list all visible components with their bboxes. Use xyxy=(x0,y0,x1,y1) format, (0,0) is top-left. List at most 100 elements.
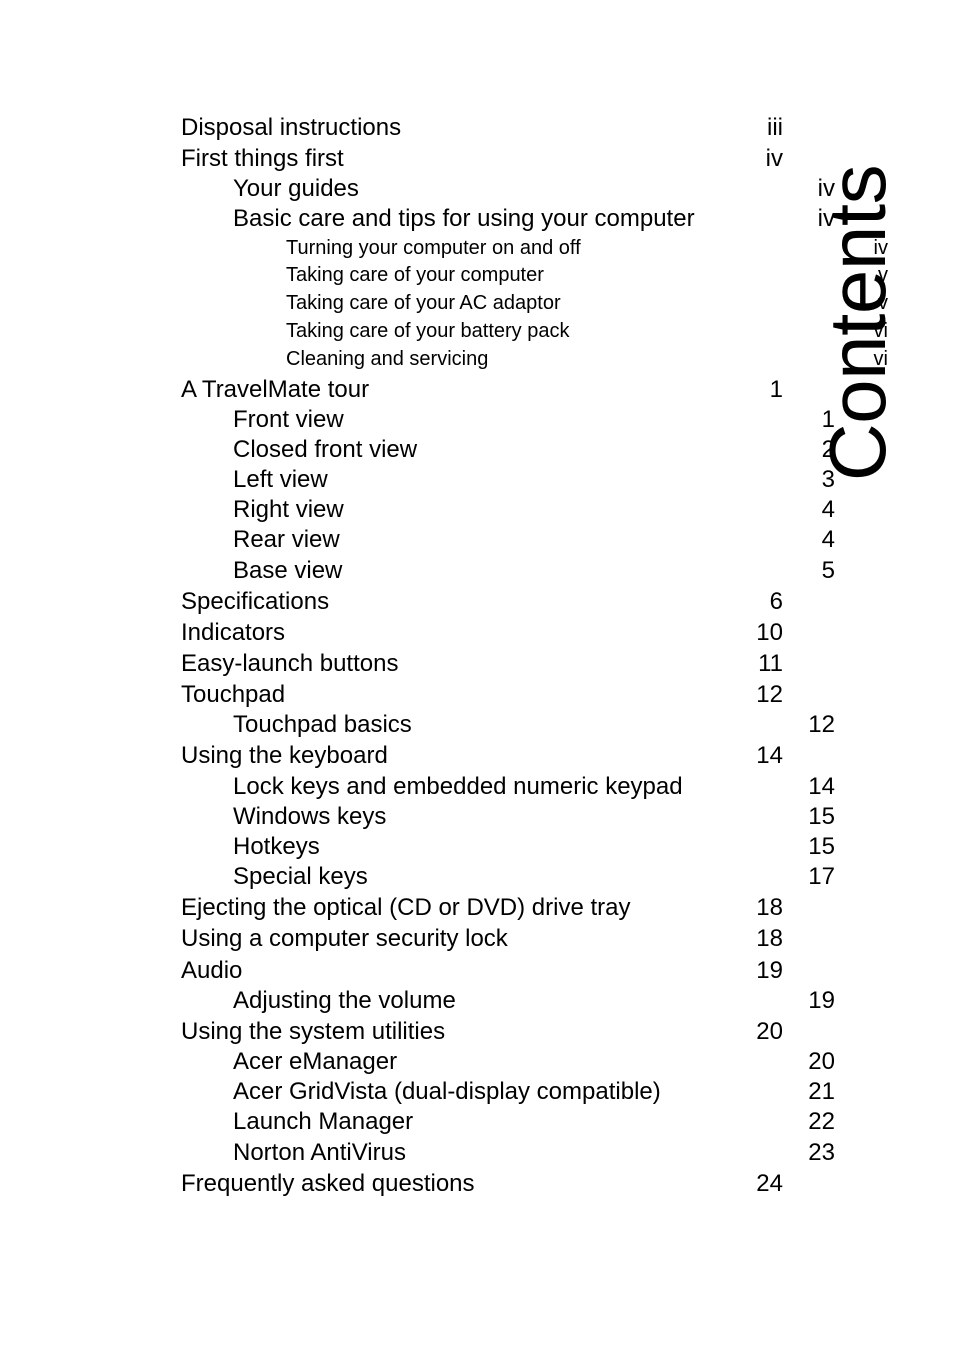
toc-entry-label: Base view xyxy=(233,556,343,584)
toc-entry-label: Lock keys and embedded numeric keypad xyxy=(233,772,683,800)
toc-entry[interactable]: Using the keyboard 14 xyxy=(181,740,783,771)
toc-entry-page-number: 3 xyxy=(821,466,835,494)
toc-entry-label: Your guides xyxy=(233,175,359,203)
toc-entry[interactable]: Indicators 10 xyxy=(181,617,783,648)
toc-entry-label: Adjusting the volume xyxy=(233,986,456,1014)
toc-entry[interactable]: Base view 5 xyxy=(181,556,835,586)
toc-entry-label: Ejecting the optical (CD or DVD) drive t… xyxy=(181,894,631,922)
toc-entry-page-number: 5 xyxy=(821,556,835,584)
toc-entry[interactable]: Right view 4 xyxy=(181,495,835,525)
toc-entry-label: Using the system utilities xyxy=(181,1017,446,1045)
toc-entry-label: Using a computer security lock xyxy=(181,925,508,953)
toc-entry-page-number: v xyxy=(878,292,888,315)
toc-entry-label: Indicators xyxy=(181,618,286,646)
toc-entry[interactable]: Touchpad 12 xyxy=(181,679,783,710)
toc-page: Contents Disposal instructions iii First t… xyxy=(0,0,954,1369)
toc-entry-label: Cleaning and servicing xyxy=(286,347,489,370)
toc-entry-page-number: 22 xyxy=(808,1108,835,1136)
toc-entry-label: Audio xyxy=(181,956,243,984)
toc-entry[interactable]: Basic care and tips for using your compu… xyxy=(181,204,835,234)
toc-entry-page-number: 24 xyxy=(756,1169,783,1197)
toc-entry[interactable]: Taking care of your battery pack vi xyxy=(181,318,888,346)
toc-entry-label: Taking care of your AC adaptor xyxy=(286,292,561,315)
toc-entry-page-number: v xyxy=(878,264,888,287)
toc-entry-page-number: iv xyxy=(817,175,835,203)
toc-entry-page-number: iii xyxy=(767,114,783,141)
toc-entry[interactable]: Taking care of your computer v xyxy=(181,262,888,290)
toc-entry-page-number: 4 xyxy=(821,526,835,554)
toc-entry[interactable]: Closed front view 2 xyxy=(181,435,835,465)
toc-entry-page-number: 12 xyxy=(756,681,783,709)
toc-entry-label: Touchpad xyxy=(181,681,286,709)
toc-entry-page-number: iv xyxy=(765,145,783,173)
toc-entry[interactable]: Disposal instructions iii xyxy=(181,112,783,143)
toc-entry[interactable]: Cleaning and servicing vi xyxy=(181,346,888,374)
toc-entry-page-number: 1 xyxy=(769,375,783,403)
toc-entry-label: Special keys xyxy=(233,863,368,891)
toc-entry[interactable]: A TravelMate tour 1 xyxy=(181,374,783,405)
toc-entry-page-number: 18 xyxy=(756,925,783,953)
toc-entry[interactable]: Left view 3 xyxy=(181,465,835,495)
toc-entry-label: Rear view xyxy=(233,526,340,554)
toc-entry[interactable]: Adjusting the volume 19 xyxy=(181,986,835,1016)
toc-entry-page-number: iv xyxy=(817,205,835,233)
toc-entry-label: Front view xyxy=(233,405,344,433)
toc-entry-label: Launch Manager xyxy=(233,1108,414,1136)
toc-entry[interactable]: First things first iv xyxy=(181,143,783,174)
toc-entry-page-number: 6 xyxy=(769,587,783,615)
toc-entry-page-number: 21 xyxy=(808,1078,835,1106)
toc-entry-page-number: 14 xyxy=(808,772,835,800)
toc-entry-label: Taking care of your computer xyxy=(286,264,544,287)
toc-entry[interactable]: Acer eManager 20 xyxy=(181,1047,835,1077)
toc-entry[interactable]: Hotkeys 15 xyxy=(181,832,835,862)
toc-entry[interactable]: Touchpad basics 12 xyxy=(181,710,835,740)
toc-entry-label: Disposal instructions xyxy=(181,114,402,141)
toc-entry-label: Right view xyxy=(233,496,344,524)
toc-entry-page-number: 12 xyxy=(808,711,835,739)
table-of-contents: Disposal instructions iii First things fir… xyxy=(181,112,888,1199)
toc-entry[interactable]: Easy-launch buttons 11 xyxy=(181,648,783,679)
toc-entry-page-number: 20 xyxy=(808,1047,835,1075)
toc-entry[interactable]: Using a computer security lock 18 xyxy=(181,923,783,954)
toc-entry-page-number: 10 xyxy=(756,618,783,646)
toc-entry[interactable]: Norton AntiVirus 23 xyxy=(181,1138,835,1168)
toc-entry-page-number: 15 xyxy=(808,802,835,830)
toc-entry-page-number: vi xyxy=(873,319,888,342)
toc-entry[interactable]: Launch Manager 22 xyxy=(181,1107,835,1137)
toc-entry-label: Norton AntiVirus xyxy=(233,1138,406,1166)
toc-entry-label: Hotkeys xyxy=(233,832,320,860)
toc-entry[interactable]: Special keys 17 xyxy=(181,862,835,892)
toc-entry-page-number: 1 xyxy=(821,405,835,433)
toc-entry-label: Specifications xyxy=(181,587,330,615)
toc-entry[interactable]: Taking care of your AC adaptor v xyxy=(181,290,888,318)
toc-entry[interactable]: Rear view 4 xyxy=(181,525,835,555)
toc-entry-label: Basic care and tips for using your compu… xyxy=(233,205,695,233)
toc-entry[interactable]: Your guides iv xyxy=(181,174,835,204)
toc-entry-label: Turning your computer on and off xyxy=(286,236,581,259)
toc-entry-label: Acer eManager xyxy=(233,1047,398,1075)
toc-entry-page-number: 18 xyxy=(756,894,783,922)
toc-entry-page-number: 14 xyxy=(756,742,783,770)
toc-entry[interactable]: Ejecting the optical (CD or DVD) drive t… xyxy=(181,892,783,923)
toc-entry[interactable]: Windows keys 15 xyxy=(181,802,835,832)
toc-entry[interactable]: Front view 1 xyxy=(181,405,835,435)
toc-entry-label: Frequently asked questions xyxy=(181,1169,475,1197)
toc-entry-page-number: 2 xyxy=(821,435,835,463)
toc-entry[interactable]: Specifications 6 xyxy=(181,586,783,617)
toc-entry[interactable]: Acer GridVista (dual-display compatible)… xyxy=(181,1077,835,1107)
toc-entry-label: A TravelMate tour xyxy=(181,375,370,403)
toc-entry-page-number: 23 xyxy=(808,1138,835,1166)
toc-entry-label: Windows keys xyxy=(233,802,387,830)
toc-entry[interactable]: Turning your computer on and off iv xyxy=(181,235,888,263)
toc-entry[interactable]: Using the system utilities 20 xyxy=(181,1016,783,1047)
toc-entry-page-number: 4 xyxy=(821,496,835,524)
toc-entry[interactable]: Audio 19 xyxy=(181,955,783,986)
toc-entry-page-number: 19 xyxy=(808,986,835,1014)
toc-entry-page-number: iv xyxy=(873,236,888,259)
toc-entry-label: Closed front view xyxy=(233,435,418,463)
toc-entry[interactable]: Lock keys and embedded numeric keypad 14 xyxy=(181,772,835,802)
toc-entry-page-number: 11 xyxy=(758,650,783,678)
toc-entry-label: Using the keyboard xyxy=(181,742,388,770)
toc-entry[interactable]: Frequently asked questions 24 xyxy=(181,1168,783,1199)
toc-entry-page-number: 20 xyxy=(756,1017,783,1045)
